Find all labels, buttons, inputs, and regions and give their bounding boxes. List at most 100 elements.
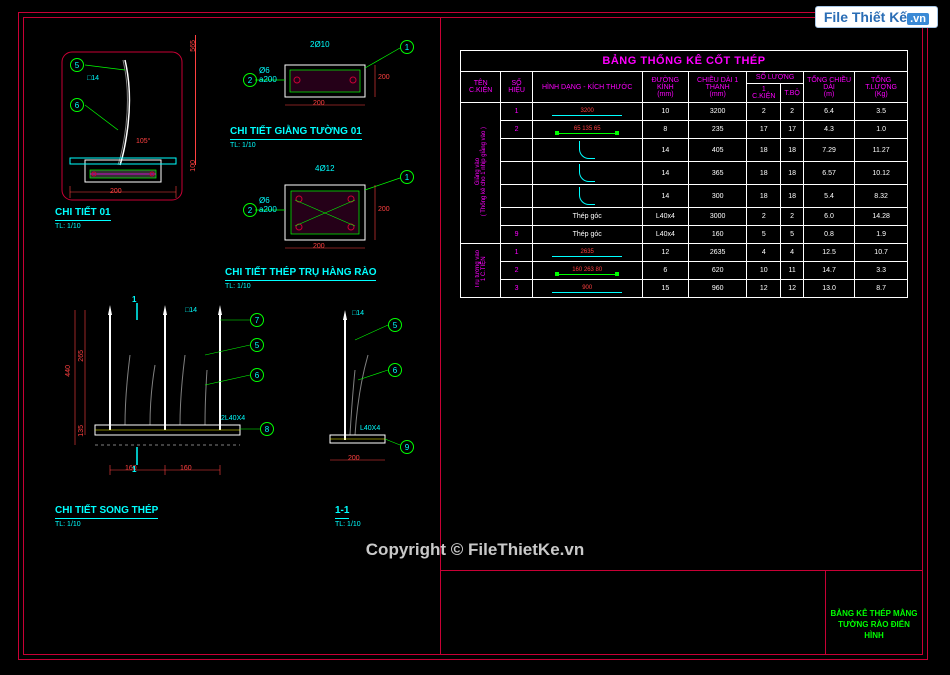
cell-tl: 8.7 [855,280,908,298]
cell-tcd: 13.0 [803,280,854,298]
watermark-logo: File Thiết Kế.vn [815,6,938,28]
cell-shape: 3200 [532,103,642,121]
detail-01: 5 6 200 105° □14 [40,30,200,220]
song-title-block: CHI TIẾT SONG THÉP TL: 1/10 [55,500,158,528]
cell-tl: 1.0 [855,121,908,139]
song-rebar7: □14 [185,307,197,314]
thr-title-block: CHI TIẾT THÉP TRỤ HÀNG RÀO TL: 1/10 [225,262,376,290]
dim-line-v [195,35,196,165]
tag-5: 5 [70,58,84,72]
cell-n1: 2 [747,208,781,226]
cell-dk: 14 [642,185,688,208]
table-grid: TÊN C.KIỆN SỐ HIỆU HÌNH DẠNG - KÍCH THƯỚ… [460,71,908,298]
cell-shape: 900 [532,280,642,298]
cell-tl: 14.28 [855,208,908,226]
cell-dk: 10 [642,103,688,121]
cell-n1: 18 [747,139,781,162]
detail-01-title-block: CHI TIẾT 01 TL: 1/10 [55,202,111,230]
cell-shape [532,162,642,185]
table-row: 1440518187.2911.27 [461,139,908,162]
sec11-title: 1-1 [335,505,349,519]
table-title: BẢNG THỐNG KÊ CỐT THÉP [460,50,908,71]
cell-tl: 8.32 [855,185,908,208]
thr-spacing: a200 [259,205,277,214]
song-h265: 265 [78,350,85,362]
gt-rebar1: 2Ø10 [310,40,330,49]
hdr-ttl: TỔNG T.LƯỢNG [865,77,897,91]
thr-title: CHI TIẾT THÉP TRỤ HÀNG RÀO [225,267,376,281]
cell-dk: 6 [642,262,688,280]
sec11-tag6: 6 [388,363,402,377]
hdr-ttl-unit: (Kg) [874,91,887,98]
table-row: 265 135 65823517174.31.0 [461,121,908,139]
cell-dk: 14 [642,139,688,162]
cell-tl: 1.9 [855,226,908,244]
sec11-scale: TL: 1/10 [335,521,361,528]
gt-rebar2: Ø6 [259,66,270,75]
sec11-tag9: 9 [400,440,414,454]
cell-tl: 3.3 [855,262,908,280]
thr-scale: TL: 1/10 [225,283,376,290]
sec11-title-block: 1-1 TL: 1/10 [335,500,361,528]
cell-tl: 11.27 [855,139,908,162]
table-row: Thép gócL40x43000226.014.28 [461,208,908,226]
watermark-copyright: Copyright © FileThietKe.vn [0,540,950,560]
cell-n1: 18 [747,185,781,208]
cell-n2: 18 [781,162,804,185]
cell-shape [532,185,642,208]
cell-sohieu: 9 [501,226,532,244]
song-tag8: 8 [260,422,274,436]
cell-dk: L40x4 [642,226,688,244]
cell-n1: 12 [747,280,781,298]
cell-tcd: 14.7 [803,262,854,280]
cell-dk: 12 [642,244,688,262]
gt-dim-w: 200 [313,100,325,107]
song-tag5: 5 [250,338,264,352]
cell-sohieu [501,139,532,162]
cell-cd: 3200 [689,103,747,121]
group-label-1: Giằng vào( Thống kê cho 1 nhịp giằng vào… [461,103,501,244]
cell-shape: Thép góc [532,226,642,244]
cell-sohieu [501,162,532,185]
cell-tcd: 0.8 [803,226,854,244]
detail-11: 5 6 9 □14 L40X4 200 [300,300,420,530]
cell-n2: 2 [781,103,804,121]
cell-tl: 3.5 [855,103,908,121]
hdr-dk-unit: (mm) [657,91,673,98]
thr-tag2: 2 [243,203,257,217]
cell-tcd: 6.0 [803,208,854,226]
table-row: Trụ tường vào1 C.TIỆN126351226354412.510… [461,244,908,262]
sec11-rebar5: □14 [352,310,364,317]
song-h440: 440 [65,365,72,377]
gt-scale: TL: 1/10 [230,142,362,149]
thr-tag1: 1 [400,170,414,184]
cell-n2: 11 [781,262,804,280]
cell-n1: 4 [747,244,781,262]
hdr-cd: CHIỀU DÀI 1 THANH [697,77,738,91]
gt-title: CHI TIẾT GIẰNG TƯỜNG 01 [230,126,362,140]
cell-n2: 5 [781,226,804,244]
cell-shape: Thép góc [532,208,642,226]
song-h135: 135 [78,425,85,437]
cell-tcd: 6.57 [803,162,854,185]
cell-cd: 2635 [689,244,747,262]
cell-n1: 5 [747,226,781,244]
cell-tcd: 4.3 [803,121,854,139]
cell-dk: 14 [642,162,688,185]
song-tag7: 7 [250,313,264,327]
cell-n1: 17 [747,121,781,139]
tag-6: 6 [70,98,84,112]
steel-schedule-table: BẢNG THỐNG KÊ CỐT THÉP TÊN C.KIỆN SỐ HIỆ… [460,50,908,298]
cell-cd: 3000 [689,208,747,226]
cell-n2: 12 [781,280,804,298]
cell-shape: 2635 [532,244,642,262]
cell-tcd: 5.4 [803,185,854,208]
cell-n2: 18 [781,139,804,162]
hdr-sl: SỐ LƯỢNG [756,74,794,81]
cut-mark-bot: 1 [132,465,136,474]
hdr-cd-unit: (mm) [710,91,726,98]
gt-spacing: a200 [259,75,277,84]
song-note8: 2L40X4 [221,415,245,422]
cell-cd: 235 [689,121,747,139]
hdr-tenckien: TÊN C.KIỆN [469,80,492,94]
